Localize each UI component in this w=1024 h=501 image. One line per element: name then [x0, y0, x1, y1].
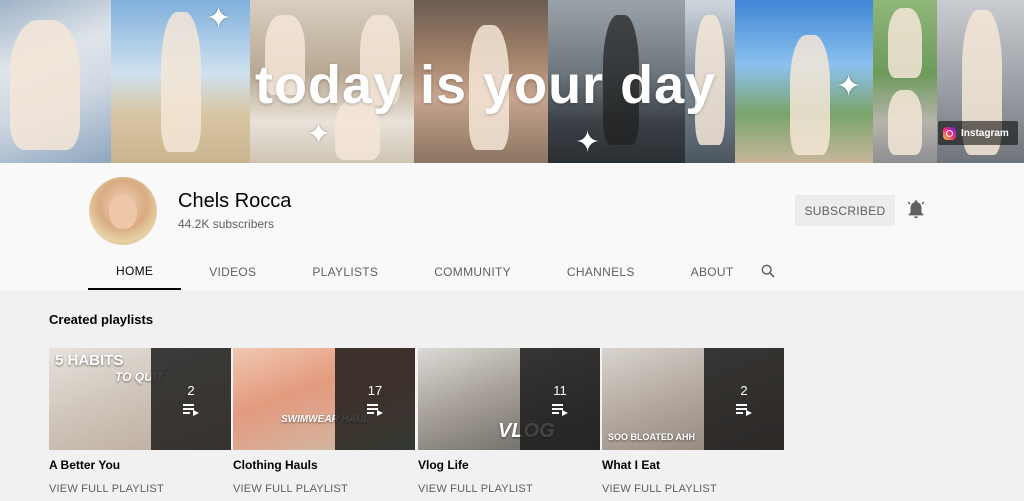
playlist-count-overlay: 17 [335, 348, 415, 450]
video-count: 2 [187, 382, 195, 398]
playlist-title[interactable]: A Better You [49, 458, 120, 472]
tab-playlists[interactable]: PLAYLISTS [284, 253, 406, 290]
playlist-icon [736, 403, 752, 416]
tab-videos[interactable]: VIDEOS [181, 253, 284, 290]
view-full-playlist-link[interactable]: VIEW FULL PLAYLIST [49, 483, 164, 495]
playlist-icon [552, 403, 568, 416]
subscriber-count: 44.2K subscribers [178, 217, 275, 231]
video-count: 2 [740, 382, 748, 398]
star-icon: ✦ [306, 118, 332, 151]
tab-community[interactable]: COMMUNITY [406, 253, 539, 290]
playlist-title[interactable]: Vlog Life [418, 458, 469, 472]
video-count: 11 [553, 382, 567, 398]
playlist-card[interactable]: SOO BLOATED AHH 2 What I Eat VIEW FULL P… [602, 348, 784, 498]
thumbnail-caption: SOO BLOATED AHH [608, 432, 695, 442]
star-icon: ✦ [575, 126, 601, 159]
playlist-thumbnail[interactable]: SOO BLOATED AHH 2 [602, 348, 784, 450]
playlist-count-overlay: 2 [704, 348, 784, 450]
tab-about[interactable]: ABOUT [663, 253, 762, 290]
thumbnail-caption: 5 HABITS [55, 352, 124, 369]
playlist-icon [367, 403, 383, 416]
video-count: 17 [367, 382, 383, 398]
instagram-link[interactable]: Instagram [938, 121, 1018, 145]
instagram-icon [943, 126, 956, 140]
playlist-title[interactable]: Clothing Hauls [233, 458, 318, 472]
banner-slogan: today is your day [255, 55, 717, 115]
playlist-title[interactable]: What I Eat [602, 458, 660, 472]
view-full-playlist-link[interactable]: VIEW FULL PLAYLIST [233, 483, 348, 495]
notification-bell-icon[interactable] [905, 198, 927, 220]
channel-name: Chels Rocca [178, 190, 292, 212]
tab-channels[interactable]: CHANNELS [539, 253, 663, 290]
subscribed-button[interactable]: SUBSCRIBED [795, 195, 895, 226]
search-icon[interactable] [760, 263, 776, 279]
playlist-card[interactable]: 5 HABITS TO QUIT 2 A Better You VIEW FUL… [49, 348, 231, 498]
playlist-count-overlay: 2 [151, 348, 231, 450]
channel-avatar[interactable] [89, 177, 157, 245]
playlist-card[interactable]: SWIMWEAR HAUL 17 Clothing Hauls VIEW FUL… [233, 348, 415, 498]
channel-header: Chels Rocca 44.2K subscribers SUBSCRIBED… [0, 163, 1024, 290]
channel-tabs: HOME VIDEOS PLAYLISTS COMMUNITY CHANNELS… [88, 253, 762, 290]
playlist-count-overlay: 11 [520, 348, 600, 450]
playlist-card[interactable]: VLOG 11 Vlog Life VIEW FULL PLAYLIST [418, 348, 600, 498]
view-full-playlist-link[interactable]: VIEW FULL PLAYLIST [602, 483, 717, 495]
playlist-thumbnail[interactable]: SWIMWEAR HAUL 17 [233, 348, 415, 450]
playlist-thumbnail[interactable]: VLOG 11 [418, 348, 600, 450]
channel-banner: today is your day ✦ ✦ ✦ ✦ Instagram [0, 0, 1024, 163]
instagram-label: Instagram [961, 127, 1009, 139]
section-title: Created playlists [49, 312, 154, 327]
playlist-icon [183, 403, 199, 416]
star-icon: ✦ [836, 70, 862, 103]
star-icon: ✦ [206, 2, 232, 35]
banner-photo-1 [0, 0, 111, 163]
banner-photo-8 [873, 0, 937, 163]
view-full-playlist-link[interactable]: VIEW FULL PLAYLIST [418, 483, 533, 495]
tab-home[interactable]: HOME [88, 253, 182, 290]
playlist-thumbnail[interactable]: 5 HABITS TO QUIT 2 [49, 348, 231, 450]
